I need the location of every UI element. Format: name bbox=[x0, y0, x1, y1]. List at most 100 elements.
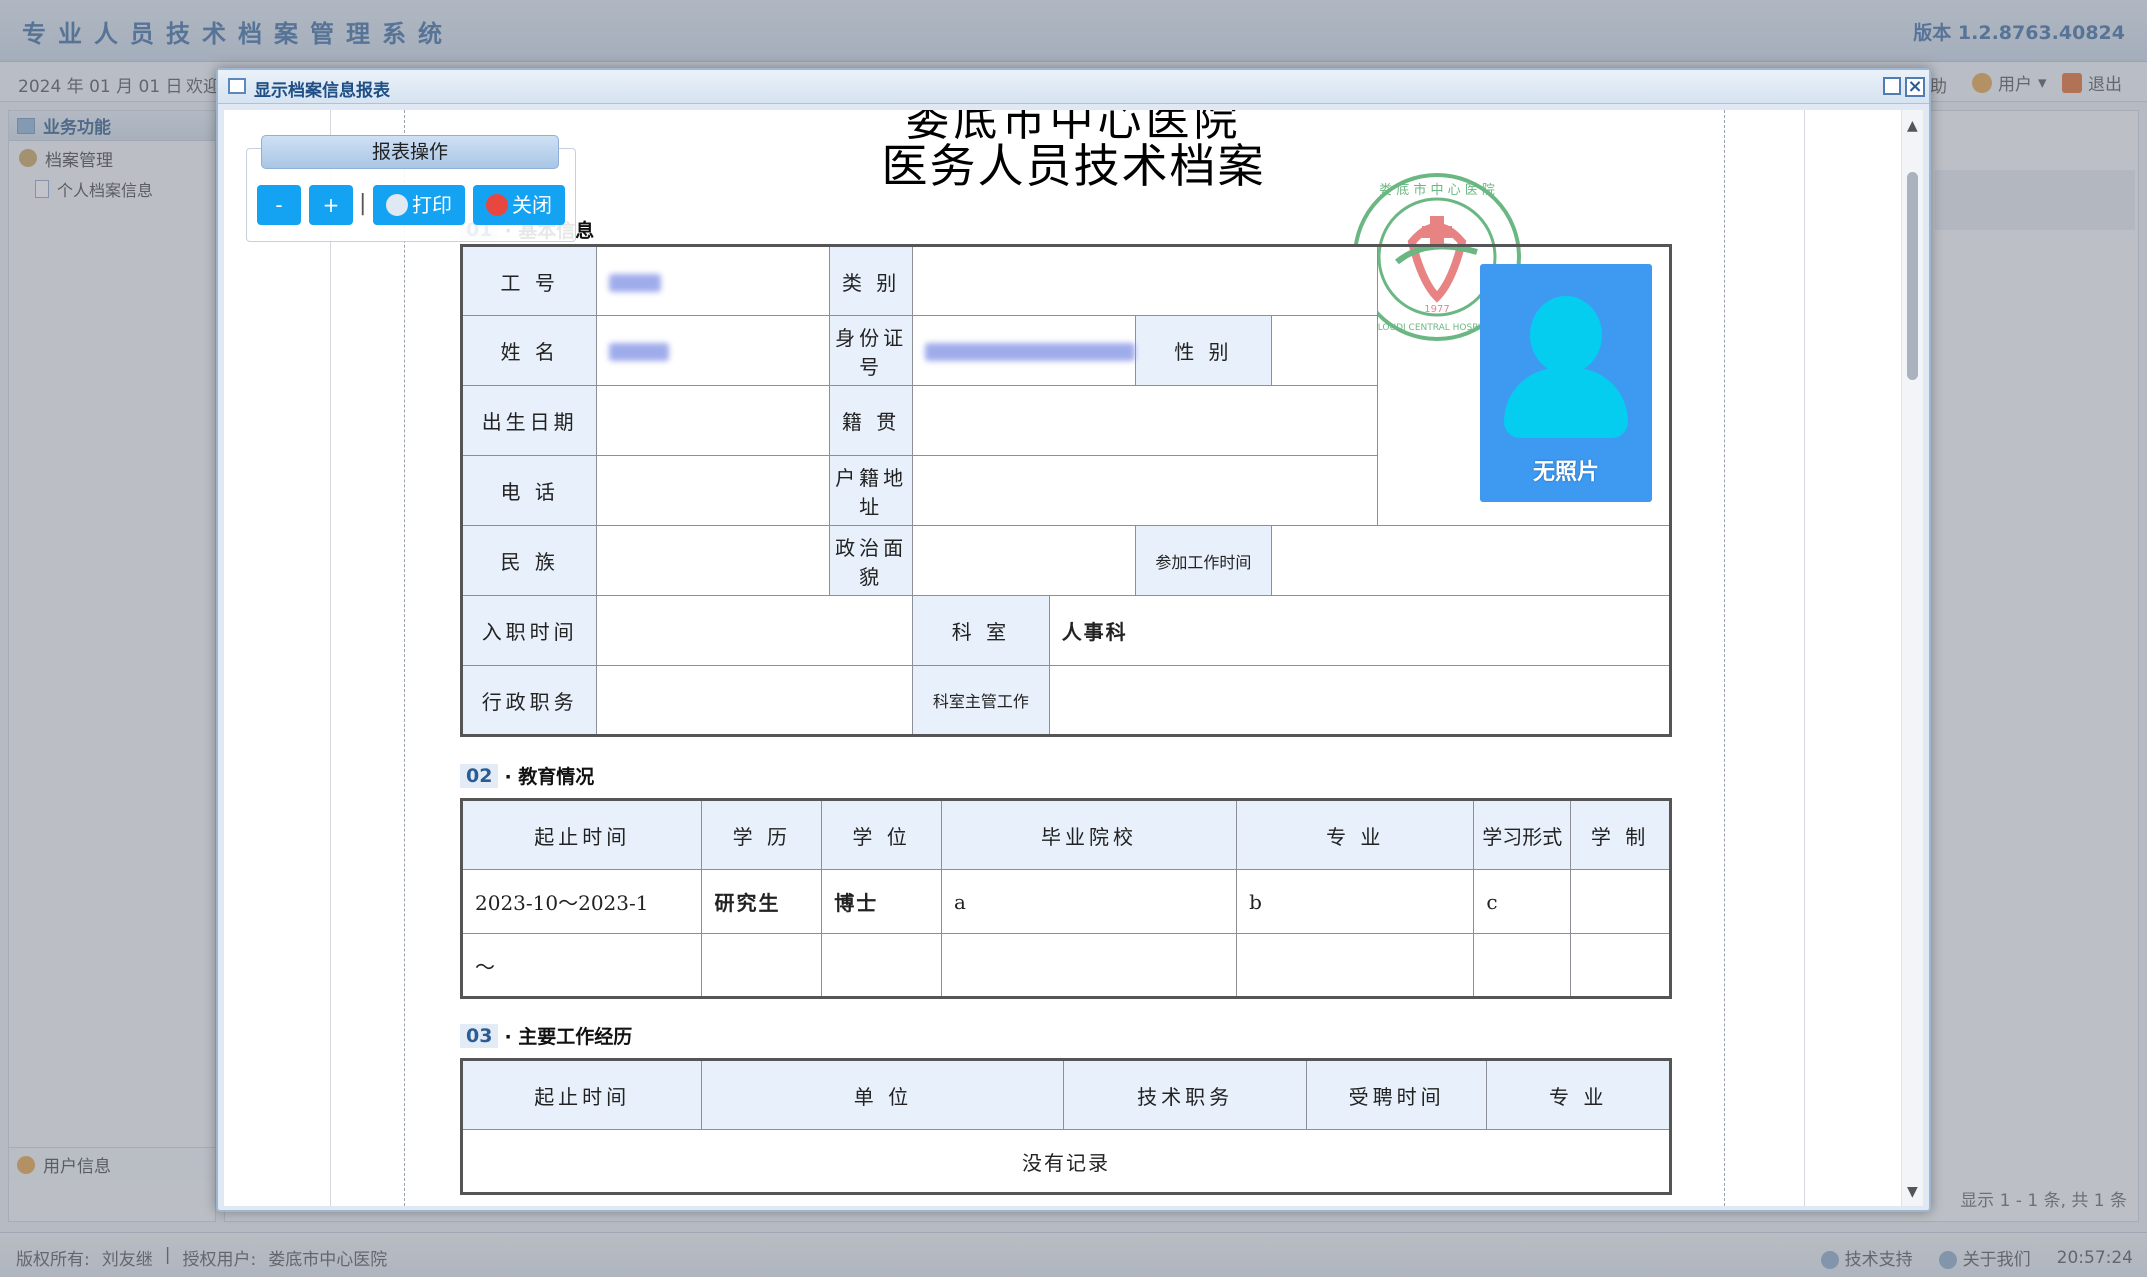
work-header-unit: 单 位 bbox=[701, 1059, 1065, 1130]
label-native: 籍 贯 bbox=[829, 385, 914, 456]
label-hire-date: 入职时间 bbox=[460, 595, 598, 666]
section-label: · 主要工作经历 bbox=[504, 1026, 633, 1048]
work-header-tech-title: 技术职务 bbox=[1063, 1059, 1307, 1130]
label-phone: 电 话 bbox=[460, 455, 598, 526]
margin-guide-left bbox=[404, 110, 405, 1206]
report-dialog: 显示档案信息报表 × 娄底市中心医院 医务人员技术档案 娄 底 市 中 心 医 … bbox=[216, 68, 1931, 1212]
section-label: · 教育情况 bbox=[504, 766, 595, 788]
table-row: 2023-10～2023-1 研究生 博士 a b c bbox=[460, 869, 1671, 934]
dialog-titlebar[interactable]: 显示档案信息报表 × bbox=[218, 70, 1929, 104]
edu-header-degree: 学 位 bbox=[821, 799, 942, 870]
avatar-body bbox=[1504, 368, 1628, 438]
edu-cell-duration bbox=[1570, 933, 1671, 998]
scroll-up-icon[interactable]: ▲ bbox=[1907, 118, 1918, 134]
dialog-title: 显示档案信息报表 bbox=[254, 81, 390, 101]
value-hire-date bbox=[596, 595, 914, 666]
value-work-start bbox=[1270, 525, 1672, 596]
toolbar-separator: | bbox=[359, 191, 367, 216]
maximize-icon[interactable] bbox=[1883, 77, 1901, 95]
edu-cell-degree-level bbox=[701, 933, 823, 998]
value-dept-duty bbox=[1048, 665, 1672, 736]
edu-cell-degree-level: 研究生 bbox=[701, 869, 823, 934]
report-operations-title: 报表操作 bbox=[261, 135, 559, 169]
value-job-no bbox=[596, 245, 831, 316]
edu-header-period: 起止时间 bbox=[460, 799, 703, 870]
edu-cell-period: 2023-10～2023-1 bbox=[460, 869, 703, 934]
work-header-major: 专 业 bbox=[1486, 1059, 1671, 1130]
vertical-scrollbar[interactable]: ▲ ▼ bbox=[1901, 110, 1923, 1206]
print-label: 打印 bbox=[412, 193, 452, 217]
value-category bbox=[912, 245, 1379, 316]
value-dept: 人事科 bbox=[1048, 595, 1672, 666]
section-education: 02 · 教育情况 bbox=[460, 762, 594, 789]
work-header-period: 起止时间 bbox=[460, 1059, 703, 1130]
edu-cell-school bbox=[940, 933, 1238, 998]
label-admin-post: 行政职务 bbox=[460, 665, 598, 736]
edu-cell-major bbox=[1236, 933, 1475, 998]
print-button[interactable]: 打印 bbox=[373, 185, 465, 225]
value-admin-post bbox=[596, 665, 914, 736]
empty-records: 没有记录 bbox=[461, 1129, 1671, 1194]
label-birth: 出生日期 bbox=[460, 385, 598, 456]
label-category: 类 别 bbox=[829, 245, 914, 316]
label-name: 姓 名 bbox=[460, 315, 598, 386]
edu-cell-degree bbox=[821, 933, 942, 998]
work-header-hire-date: 受聘时间 bbox=[1305, 1059, 1488, 1130]
label-household: 户籍地址 bbox=[829, 455, 914, 526]
edu-cell-degree: 博士 bbox=[821, 869, 942, 934]
seal-top-text: 娄 底 市 中 心 医 院 bbox=[1379, 182, 1495, 198]
label-ethnic: 民 族 bbox=[460, 525, 598, 596]
value-phone bbox=[596, 455, 831, 526]
work-history-table: 起止时间 单 位 技术职务 受聘时间 专 业 没有记录 bbox=[460, 1058, 1672, 1195]
label-work-start: 参加工作时间 bbox=[1135, 525, 1272, 596]
edu-header-school: 毕业院校 bbox=[940, 799, 1238, 870]
label-dept-duty: 科室主管工作 bbox=[912, 665, 1050, 736]
value-gender bbox=[1270, 315, 1379, 386]
window-icon bbox=[228, 78, 246, 94]
avatar-head bbox=[1530, 296, 1602, 374]
scrollbar-thumb[interactable] bbox=[1907, 172, 1918, 380]
zoom-in-button[interactable]: + bbox=[309, 185, 353, 225]
value-native bbox=[912, 385, 1379, 456]
edu-header-duration: 学 制 bbox=[1570, 799, 1671, 870]
edu-header-major: 专 业 bbox=[1236, 799, 1475, 870]
section-work-history: 03 · 主要工作经历 bbox=[460, 1022, 632, 1049]
dialog-body[interactable]: 娄底市中心医院 医务人员技术档案 娄 底 市 中 心 医 院 LOUDI CEN… bbox=[224, 110, 1923, 1206]
printer-icon bbox=[386, 194, 408, 216]
edu-cell-period: ～ bbox=[460, 933, 703, 998]
value-household bbox=[912, 455, 1379, 526]
label-dept: 科 室 bbox=[912, 595, 1050, 666]
edu-cell-major: b bbox=[1236, 869, 1475, 934]
label-gender: 性 别 bbox=[1135, 315, 1272, 386]
redacted-value bbox=[609, 273, 662, 292]
value-name bbox=[596, 315, 831, 386]
close-report-button[interactable]: 关闭 bbox=[473, 185, 565, 225]
close-circle-icon bbox=[486, 194, 508, 216]
report-operations-panel: 报表操作 - + | 打印 关闭 bbox=[246, 135, 576, 242]
value-ethnic bbox=[596, 525, 831, 596]
edu-cell-study-mode bbox=[1473, 933, 1572, 998]
edu-cell-school: a bbox=[940, 869, 1238, 934]
margin-guide-right bbox=[1724, 110, 1725, 1206]
table-row: ～ bbox=[460, 933, 1671, 998]
redacted-value bbox=[925, 343, 1136, 361]
section-number: 02 bbox=[460, 763, 499, 788]
scroll-down-icon[interactable]: ▼ bbox=[1907, 1184, 1918, 1200]
zoom-out-button[interactable]: - bbox=[257, 185, 301, 225]
edu-cell-duration bbox=[1570, 869, 1671, 934]
section-number: 03 bbox=[460, 1023, 499, 1048]
photo-label: 无照片 bbox=[1532, 460, 1599, 485]
edu-header-degree-level: 学 历 bbox=[701, 799, 823, 870]
label-id-no: 身份证号 bbox=[829, 315, 914, 386]
education-table: 起止时间 学 历 学 位 毕业院校 专 业 学习形式 学 制 2023-10～2… bbox=[460, 798, 1672, 999]
profile-photo-placeholder: 无照片 bbox=[1480, 264, 1652, 502]
value-id-no bbox=[912, 315, 1137, 386]
close-label: 关闭 bbox=[512, 193, 552, 217]
edu-header-study-mode: 学习形式 bbox=[1473, 799, 1572, 870]
value-political bbox=[912, 525, 1137, 596]
label-political: 政治面貌 bbox=[829, 525, 914, 596]
close-icon[interactable]: × bbox=[1905, 77, 1925, 97]
redacted-value bbox=[609, 343, 670, 361]
edu-cell-study-mode: c bbox=[1473, 869, 1572, 934]
value-birth bbox=[596, 385, 831, 456]
